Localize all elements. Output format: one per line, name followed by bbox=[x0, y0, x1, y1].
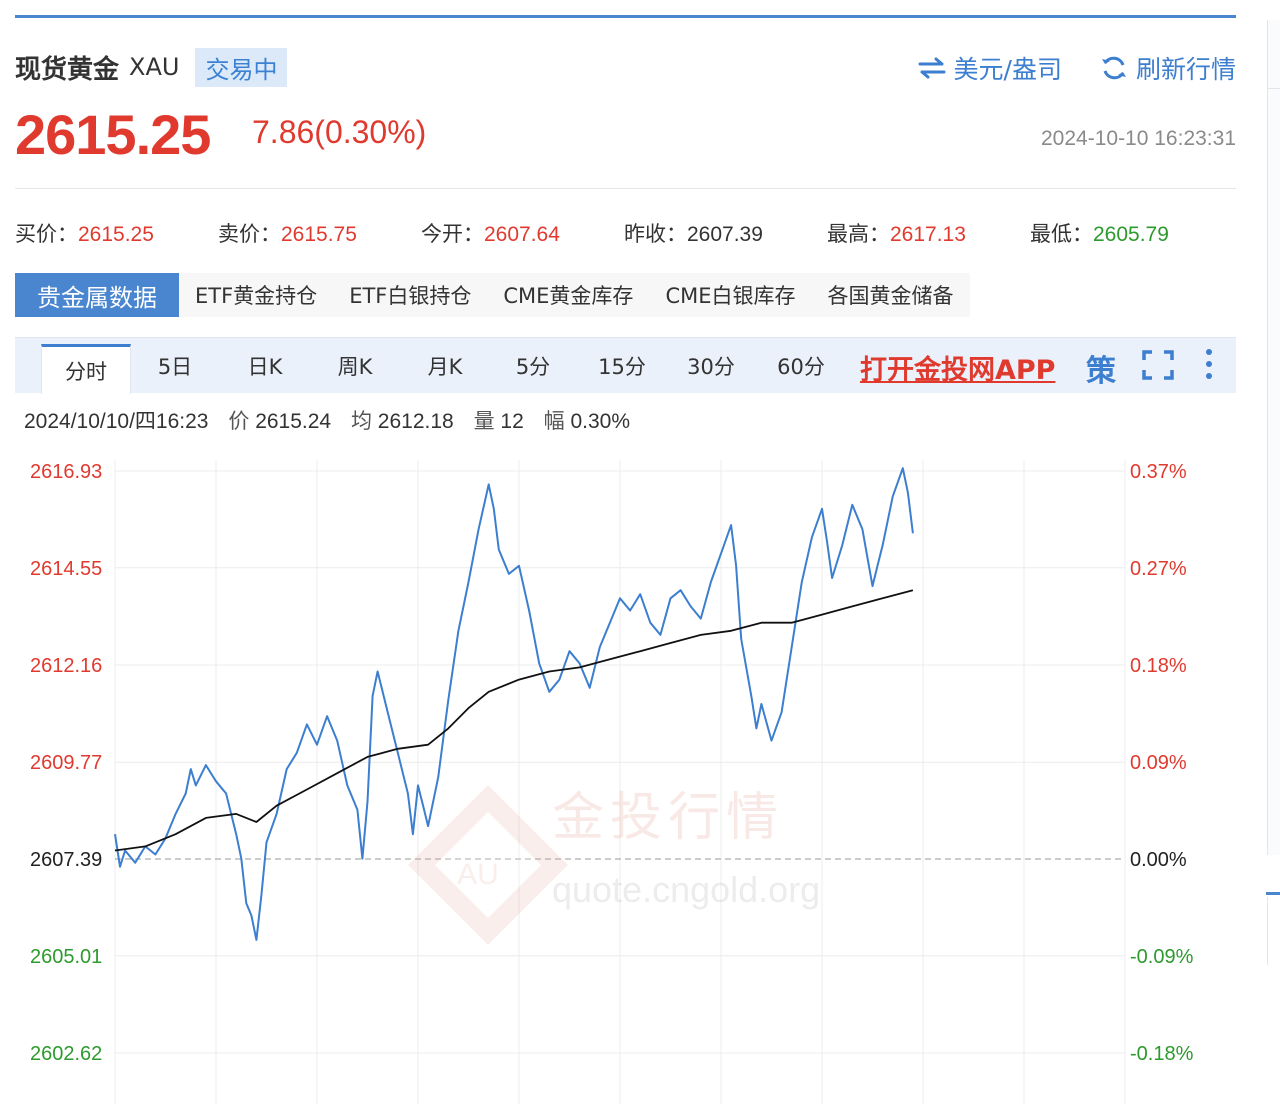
tab-etf-silver[interactable]: ETF白银持仓 bbox=[333, 273, 488, 317]
unit-toggle-button[interactable]: 美元/盎司 bbox=[918, 50, 1062, 86]
watermark-url: quote.cngold.org bbox=[552, 869, 820, 910]
instrument-symbol: XAU bbox=[129, 53, 180, 81]
y-tick-pct: -0.18% bbox=[1130, 1043, 1194, 1065]
swap-arrows-icon bbox=[918, 57, 946, 79]
header-tools: 美元/盎司 刷新行情 bbox=[880, 50, 1236, 86]
y-axis-pct-labels: 0.37% 0.27% 0.18% 0.09% 0.00% -0.09% -0.18% bbox=[1130, 461, 1194, 1065]
info-amp-label: 幅 bbox=[543, 410, 565, 433]
watermark: AU 金投行情 quote.cngold.org bbox=[408, 785, 820, 945]
low-label: 最低： bbox=[1030, 222, 1093, 246]
top-accent-line bbox=[15, 15, 1236, 18]
tab-cme-gold[interactable]: CME黄金库存 bbox=[487, 273, 650, 317]
quote-timestamp: 2024-10-10 16:23:31 bbox=[1041, 127, 1236, 150]
tab-cme-silver[interactable]: CME白银库存 bbox=[649, 273, 812, 317]
y-tick-pct: 0.27% bbox=[1130, 558, 1187, 580]
open-label: 今开： bbox=[421, 222, 484, 246]
y-tick-pct: -0.09% bbox=[1130, 946, 1194, 968]
high-stat: 最高：2617.13 bbox=[827, 218, 966, 248]
info-avg: 2612.18 bbox=[377, 410, 454, 433]
y-tick-pct: 0.00% bbox=[1130, 849, 1187, 871]
period-daily[interactable]: 日K bbox=[230, 338, 300, 394]
crosshair-info: 2024/10/10/四16:23 价 2615.24 均 2612.18 量 … bbox=[24, 405, 630, 435]
period-5min[interactable]: 5分 bbox=[498, 338, 568, 394]
prev-close-label: 昨收： bbox=[624, 222, 687, 246]
period-intraday[interactable]: 分时 bbox=[41, 344, 131, 394]
y-axis-price-labels: 2616.93 2614.55 2612.16 2609.77 2607.39 2605.… bbox=[30, 461, 102, 1065]
period-15min[interactable]: 15分 bbox=[587, 338, 657, 394]
divider bbox=[15, 188, 1236, 189]
strategy-button[interactable]: 策 bbox=[1086, 346, 1116, 390]
last-price: 2615.25 bbox=[15, 103, 211, 166]
info-vol-label: 量 bbox=[473, 410, 495, 433]
info-vol: 12 bbox=[500, 410, 524, 433]
open-app-link[interactable]: 打开金投网APP bbox=[860, 348, 1055, 387]
bid-value: 2615.25 bbox=[78, 223, 154, 246]
more-vertical-icon[interactable] bbox=[1203, 348, 1215, 382]
period-30min[interactable]: 30分 bbox=[676, 338, 746, 394]
open-stat: 今开：2607.64 bbox=[421, 218, 560, 248]
y-tick-price: 2616.93 bbox=[30, 461, 102, 483]
period-60min[interactable]: 60分 bbox=[766, 338, 836, 394]
ask-stat: 卖价：2615.75 bbox=[218, 218, 357, 248]
y-tick-price: 2609.77 bbox=[30, 752, 102, 774]
trading-status-badge: 交易中 bbox=[195, 47, 288, 87]
prev-close-value: 2607.39 bbox=[687, 223, 763, 246]
refresh-icon bbox=[1101, 56, 1126, 80]
info-avg-label: 均 bbox=[350, 410, 372, 433]
prev-close-stat: 昨收：2607.39 bbox=[624, 218, 763, 248]
y-tick-price: 2614.55 bbox=[30, 558, 102, 580]
instrument-title: 现货黄金 bbox=[15, 54, 120, 85]
tab-gold-reserves[interactable]: 各国黄金储备 bbox=[811, 273, 970, 317]
info-datetime: 2024/10/10/四16:23 bbox=[24, 410, 209, 433]
quote-header: 现货黄金 XAU 交易中 bbox=[15, 47, 288, 87]
info-price-label: 价 bbox=[228, 410, 250, 433]
side-panel-edge bbox=[1267, 20, 1280, 855]
refresh-label: 刷新行情 bbox=[1135, 55, 1236, 84]
period-5day[interactable]: 5日 bbox=[140, 338, 210, 394]
period-weekly[interactable]: 周K bbox=[320, 338, 390, 394]
side-panel-edge-lower bbox=[1267, 897, 1280, 965]
ask-label: 卖价： bbox=[218, 222, 281, 246]
chart-period-bar: 分时 5日 日K 周K 月K 5分 15分 30分 60分 打开金投网APP 策 bbox=[15, 337, 1236, 394]
info-price: 2615.24 bbox=[255, 410, 332, 433]
low-stat: 最低：2605.79 bbox=[1030, 218, 1169, 248]
open-value: 2607.64 bbox=[484, 223, 560, 246]
y-tick-price: 2607.39 bbox=[30, 849, 102, 871]
tab-etf-gold[interactable]: ETF黄金持仓 bbox=[179, 273, 334, 317]
y-tick-price: 2602.62 bbox=[30, 1043, 102, 1065]
y-tick-pct: 0.18% bbox=[1130, 655, 1187, 677]
y-tick-pct: 0.37% bbox=[1130, 461, 1187, 483]
high-value: 2617.13 bbox=[890, 223, 966, 246]
side-panel-accent bbox=[1266, 892, 1280, 895]
bid-label: 买价： bbox=[15, 222, 78, 246]
watermark-badge: AU bbox=[457, 858, 499, 891]
chart-grid bbox=[114, 460, 1126, 1104]
intraday-chart[interactable]: AU 金投行情 quote.cngold.org 2616.932614.552… bbox=[0, 440, 1236, 1104]
y-tick-price: 2605.01 bbox=[30, 946, 102, 968]
data-tabs: 贵金属数据 ETF黄金持仓 ETF白银持仓 CME黄金库存 CME白银库存 各国… bbox=[15, 273, 970, 317]
unit-toggle-label: 美元/盎司 bbox=[953, 55, 1062, 84]
period-monthly[interactable]: 月K bbox=[410, 338, 480, 394]
y-tick-pct: 0.09% bbox=[1130, 752, 1187, 774]
tab-precious-metals[interactable]: 贵金属数据 bbox=[15, 273, 179, 317]
bid-stat: 买价：2615.25 bbox=[15, 218, 154, 248]
ask-value: 2615.75 bbox=[281, 223, 357, 246]
low-value: 2605.79 bbox=[1093, 223, 1169, 246]
refresh-button[interactable]: 刷新行情 bbox=[1100, 50, 1236, 86]
price-change: 7.86(0.30%) bbox=[252, 114, 427, 150]
y-tick-price: 2612.16 bbox=[30, 655, 102, 677]
high-label: 最高： bbox=[827, 222, 890, 246]
fullscreen-icon[interactable] bbox=[1142, 349, 1174, 381]
info-amp: 0.30% bbox=[570, 410, 630, 433]
watermark-text: 金投行情 bbox=[552, 788, 784, 848]
